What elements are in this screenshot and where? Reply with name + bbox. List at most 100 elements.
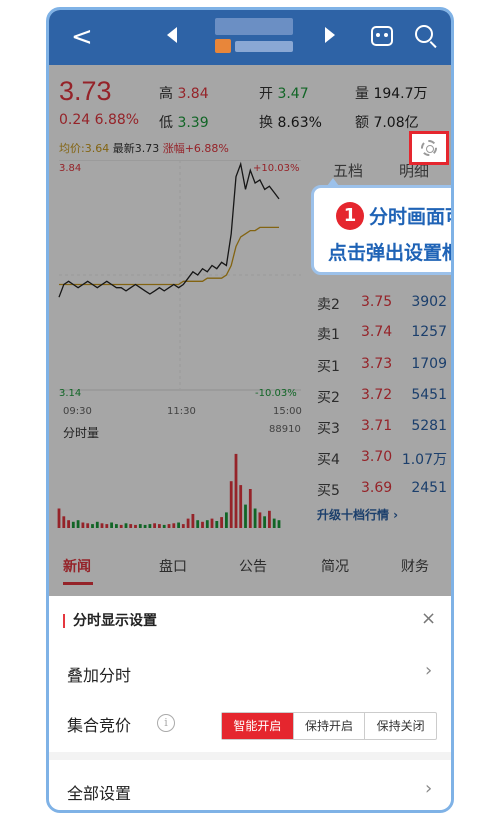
volume-bar [181,524,185,528]
volume-bar [95,521,99,528]
price-change: 0.24 6.88% [59,112,140,128]
tab-orderbook[interactable]: 盘口 [159,556,187,576]
price-high-label: 3.84 [59,163,82,174]
order-row: 买4 3.70 1.07万 [317,449,447,468]
volume-bar [172,523,176,528]
stock-name-blur [215,18,293,35]
callout-line1: 分时画面可 [369,206,451,228]
price-low-label: 3.14 [59,388,82,399]
market-badge [215,39,231,53]
volume-bar [158,524,161,528]
pct-high-label: +10.03% [253,163,300,174]
chart-legend: 均价:3.64 最新3.73 涨幅+6.88% [59,140,229,156]
time-label-noon: 11:30 [167,406,196,417]
auction-mode-selector: 智能开启 保持开启 保持关闭 [221,712,437,740]
volume-bar [62,516,66,528]
volume-bar [138,524,142,528]
tab-news[interactable]: 新闻 [63,556,91,576]
tab-financials[interactable]: 财务 [401,556,429,576]
back-icon[interactable]: < [71,22,93,52]
volume-bar [167,524,171,528]
volume-bar [115,524,118,528]
quote-volume: 量 194.7万 [355,86,428,102]
time-label-close: 15:00 [273,406,302,417]
volume-max-label: 88910 [269,424,301,435]
nav-bar: < [49,10,451,65]
volume-bar [215,521,219,528]
volume-bar [205,520,209,528]
title-accent-bar [63,614,65,628]
volume-bar [110,522,113,528]
robot-icon[interactable] [371,26,393,46]
volume-label: 分时量 [63,426,100,440]
volume-bar [177,522,180,528]
active-tab-indicator [63,582,93,585]
volume-bar [124,523,128,528]
volume-bar [248,489,252,528]
close-icon[interactable]: × [421,608,436,629]
legend-latest: 最新3.73 [112,142,160,155]
tab-announcements[interactable]: 公告 [239,556,267,576]
volume-bar [220,517,223,528]
chart-settings-button[interactable] [409,131,449,165]
chevron-right-icon: › [425,660,433,681]
volume-bar [239,485,243,528]
call-auction-row: 集合竞价 i 智能开启 保持开启 保持关闭 [49,698,451,748]
info-icon[interactable]: i [157,714,175,732]
volume-bar [268,510,271,528]
order-row: 卖2 3.75 3902 [317,294,447,313]
option-keep-on[interactable]: 保持开启 [294,713,366,739]
volume-bar [201,521,204,528]
stock-title-blurred [199,18,309,58]
order-row: 买2 3.72 5451 [317,387,447,406]
volume-bar [129,524,133,528]
section-divider [49,752,451,760]
chevron-right-icon: › [425,778,433,799]
upgrade-ten-levels-link[interactable]: 升级十档行情 › [317,506,398,523]
quote-panel: 3.73 0.24 6.88% 高 3.84 开 3.47 量 194.7万 低… [49,65,451,140]
volume-bar [86,523,90,528]
avg-price-line [59,226,279,286]
all-settings-label: 全部设置 [67,784,132,803]
call-auction-label: 集合竞价 [67,716,132,735]
volume-bar [234,453,238,528]
price-line [58,161,280,298]
option-keep-off[interactable]: 保持关闭 [365,713,436,739]
volume-bar [253,508,257,528]
overlay-intraday-row[interactable]: 叠加分时 › [49,648,451,698]
volume-bar [81,522,85,528]
time-label-open: 09:30 [63,406,92,417]
search-icon[interactable] [415,25,433,43]
pct-low-label: -10.03% [255,388,297,399]
volume-bar [277,520,281,528]
callout-line2: 点击弹出设置框 [328,242,454,264]
option-smart-on[interactable]: 智能开启 [222,713,294,739]
volume-bar [143,524,147,528]
volume-bar [134,524,137,528]
tab-profile[interactable]: 简况 [321,556,349,576]
volume-bar [210,518,214,528]
phone-frame: < 3.73 0.24 6.88% 高 3.84 开 3.47 量 194.7万… [46,7,454,813]
order-row: 卖1 3.74 1257 [317,324,447,343]
volume-bar [100,523,104,528]
volume-bar [229,481,233,528]
quote-high: 高 3.84 [159,86,209,102]
info-tabs: 新闻 盘口 公告 简况 财务 [49,540,451,592]
volume-bar [91,524,94,528]
sheet-title: 分时显示设置 [73,613,157,629]
next-stock-icon[interactable] [325,27,335,43]
all-settings-row[interactable]: 全部设置 › [49,766,451,810]
gear-icon [421,140,437,156]
quote-amount: 额 7.08亿 [355,115,419,131]
volume-bar [258,512,262,528]
quote-turnover: 换 8.63% [259,115,322,131]
intraday-chart[interactable] [49,160,311,540]
volume-bar [272,518,276,528]
volume-bar [148,524,152,528]
current-price: 3.73 [59,76,112,106]
order-row: 买1 3.73 1709 [317,356,447,375]
volume-bar [191,514,195,528]
quote-low: 低 3.39 [159,115,209,131]
prev-stock-icon[interactable] [167,27,177,43]
legend-pct: 涨幅+6.88% [162,142,229,155]
